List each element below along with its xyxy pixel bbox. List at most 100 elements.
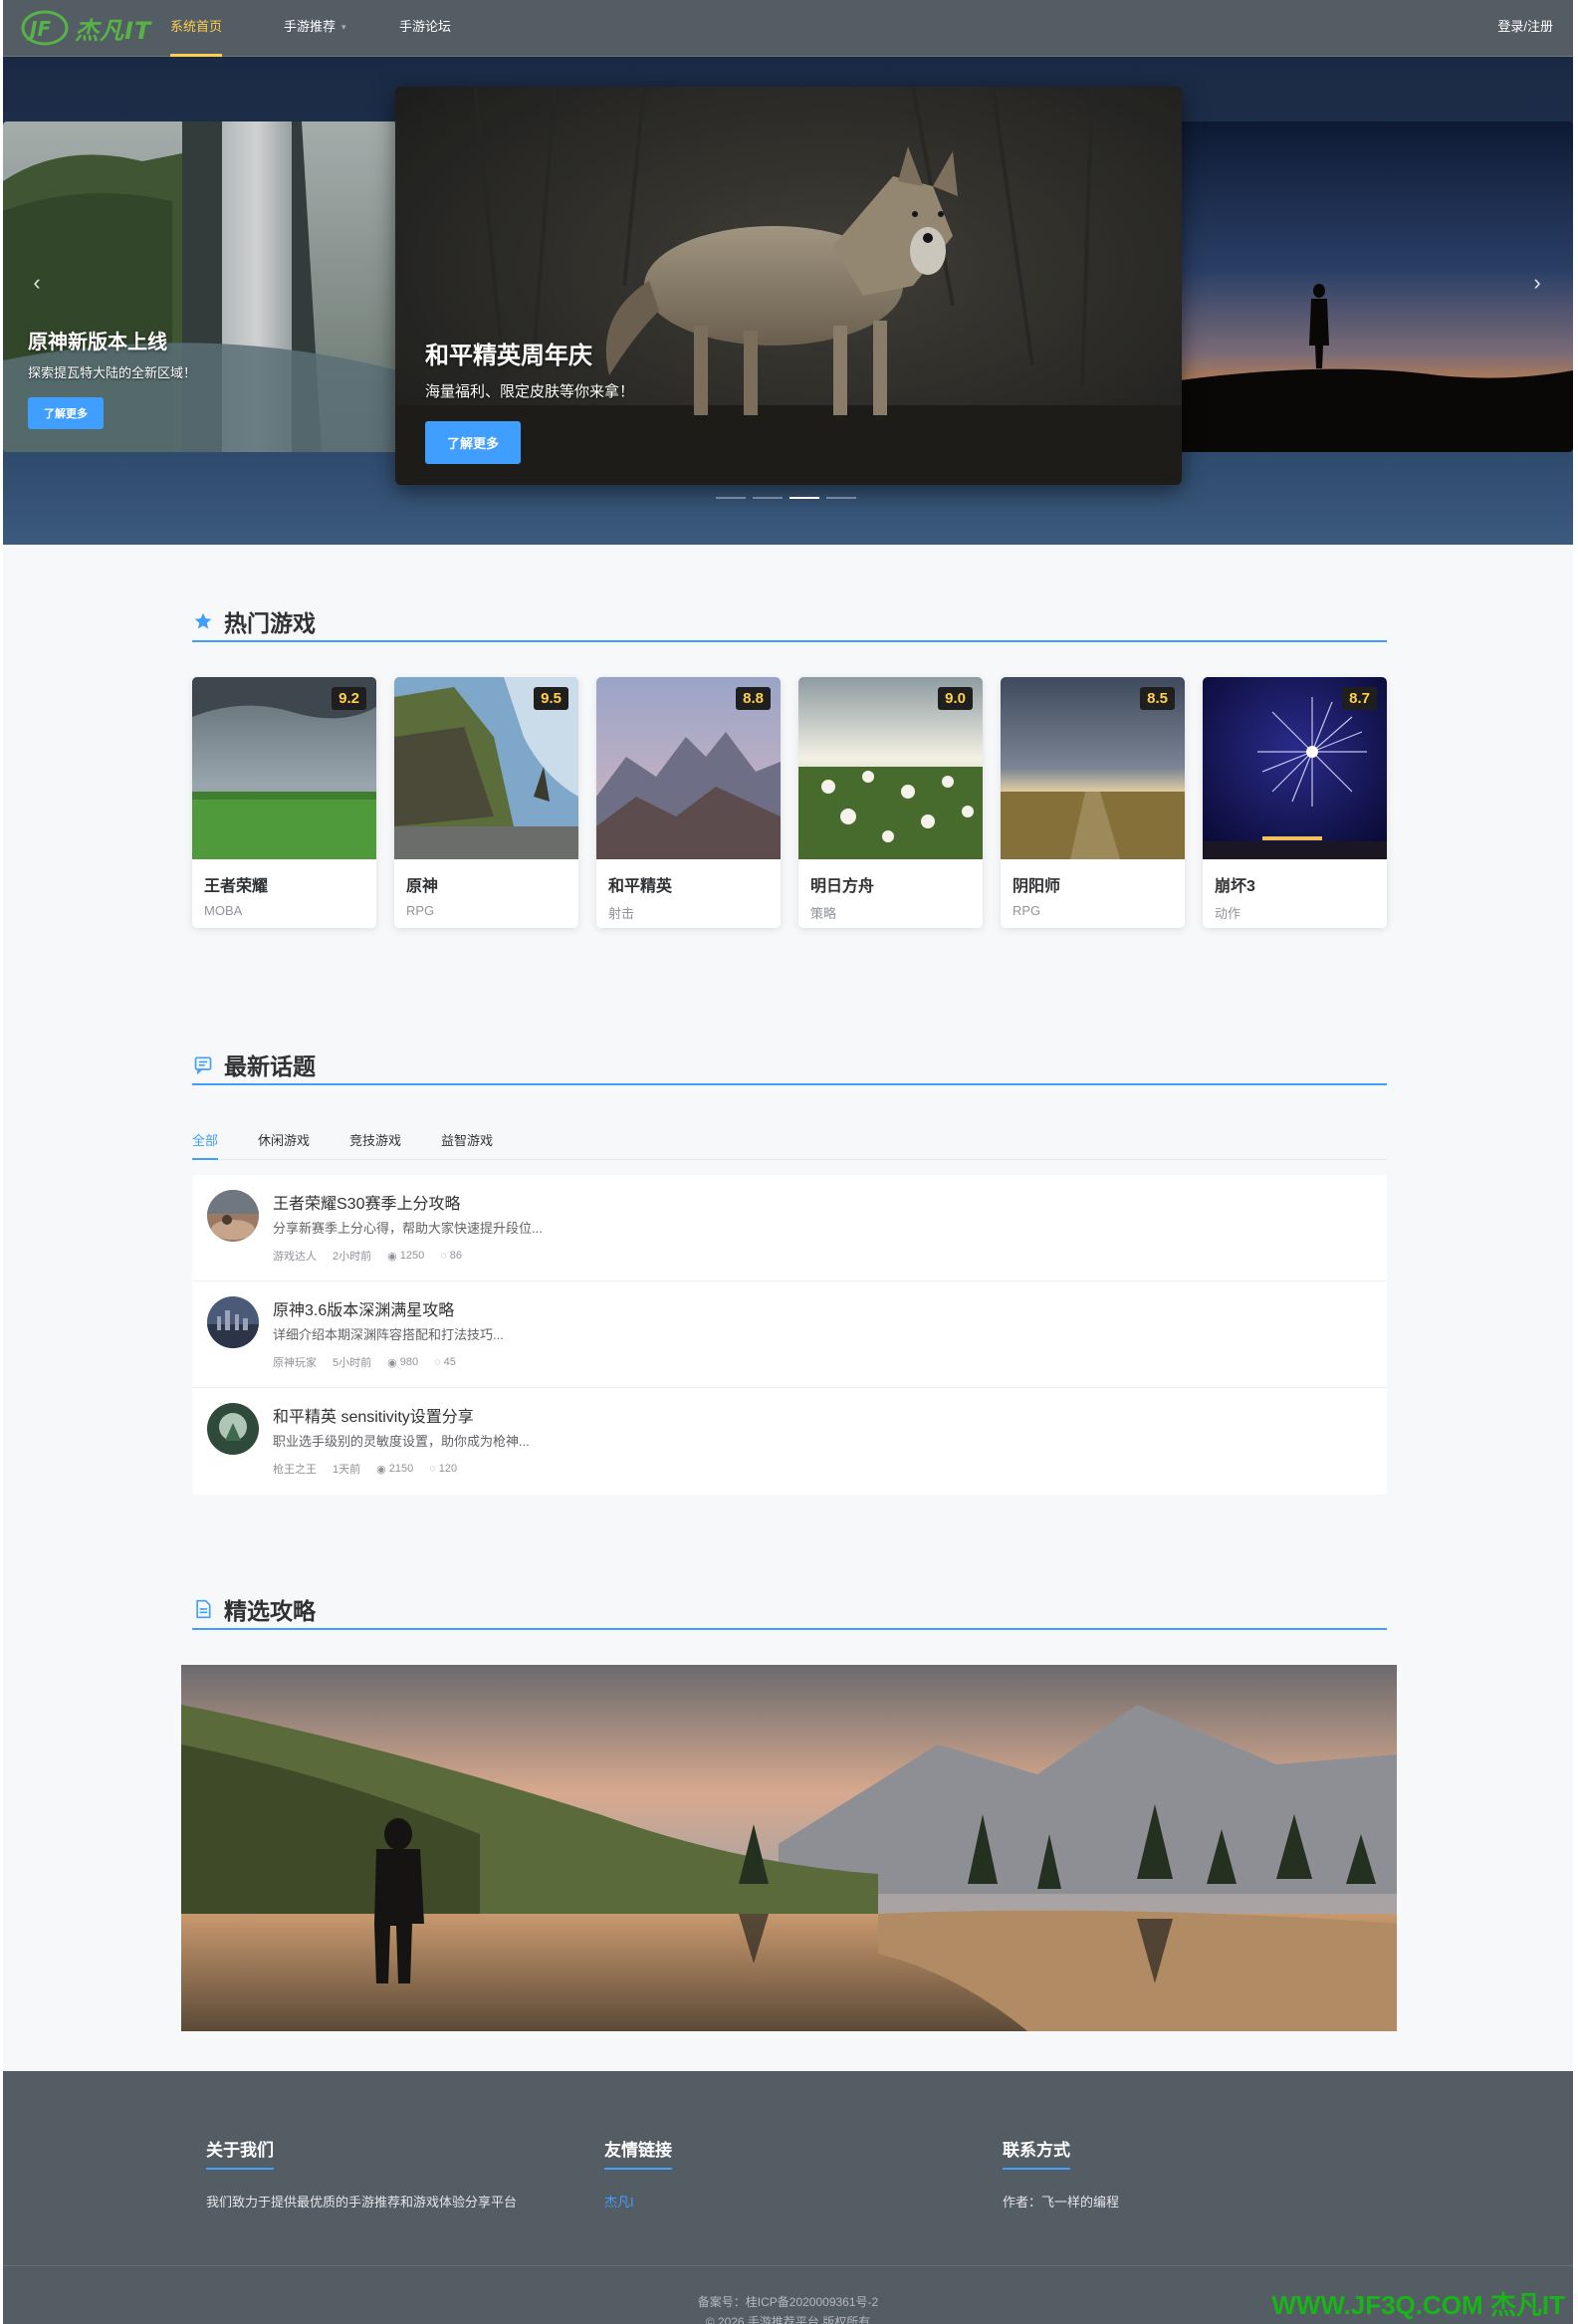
login-register-link[interactable]: 登录/注册 xyxy=(1497,0,1553,54)
topic-time: 1天前 xyxy=(333,1464,361,1476)
carousel-indicator[interactable] xyxy=(753,497,783,499)
nav-item-home[interactable]: 系统首页 xyxy=(170,0,223,57)
topic-author: 游戏达人 xyxy=(273,1251,317,1263)
rating-badge: 9.0 xyxy=(938,687,973,710)
slide-description: 探索提瓦特大陆的全新区域！ xyxy=(28,365,197,380)
slide-title: 和平精英周年庆 xyxy=(425,343,592,369)
topic-comments: 86 xyxy=(449,1250,463,1262)
carousel-slide-wolf[interactable]: 和平精英周年庆 海量福利、限定皮肤等你来拿！ 了解更多 xyxy=(395,87,1182,485)
game-genre: RPG xyxy=(1013,903,1041,918)
carousel-indicator[interactable] xyxy=(716,497,746,499)
topic-author: 枪王之王 xyxy=(273,1464,317,1476)
rating-badge: 8.8 xyxy=(736,687,771,710)
tab-competitive[interactable]: 竞技游戏 xyxy=(349,1125,401,1160)
chevron-down-icon: ▾ xyxy=(341,22,346,32)
carousel-slide-sunset[interactable] xyxy=(1180,121,1573,452)
carousel-next-arrow-icon[interactable]: › xyxy=(1519,266,1555,302)
avatar xyxy=(207,1403,259,1455)
eye-icon: ◉ xyxy=(376,1463,386,1476)
logo-text: 杰凡IT xyxy=(75,16,152,45)
footer-about-text: 我们致力于提供最优质的手游推荐和游戏体验分享平台 xyxy=(206,2195,518,2209)
footer-heading: 关于我们 xyxy=(206,2136,274,2170)
game-genre: 动作 xyxy=(1215,906,1241,921)
nav-item-recommend[interactable]: 手游推荐 ▾ xyxy=(284,0,346,57)
topic-views: 1250 xyxy=(399,1250,425,1262)
comment-icon: ◌ xyxy=(429,1463,436,1475)
game-name: 王者荣耀 xyxy=(204,878,269,895)
star-icon xyxy=(192,610,214,632)
game-name: 原神 xyxy=(406,878,439,895)
topic-item[interactable]: 王者荣耀S30赛季上分攻略 分享新赛季上分心得，帮助大家快速提升段位... 游戏… xyxy=(192,1175,1387,1281)
game-name: 明日方舟 xyxy=(810,878,875,895)
tab-all[interactable]: 全部 xyxy=(192,1125,219,1160)
game-genre: 射击 xyxy=(608,906,635,921)
avatar xyxy=(207,1190,259,1242)
hot-games-grid: 9.2 王者荣耀 MOBA 9.5 原神 RPG 8.8 和平精英 射击 9.0… xyxy=(192,677,1387,928)
topic-time: 5小时前 xyxy=(333,1357,372,1369)
section-title: 最新话题 xyxy=(224,1053,316,1079)
chat-icon xyxy=(192,1053,214,1075)
topic-meta: 原神玩家 5小时前 ◉ 980 ◌ 45 xyxy=(273,1354,456,1370)
learn-more-button[interactable]: 了解更多 xyxy=(28,397,104,429)
carousel-prev-arrow-icon[interactable]: ‹ xyxy=(19,266,55,302)
slide-description: 海量福利、限定皮肤等你来拿！ xyxy=(425,383,635,400)
guide-banner[interactable] xyxy=(181,1665,1397,2031)
topic-meta: 枪王之王 1天前 ◉ 2150 ◌ 120 xyxy=(273,1461,457,1477)
section-title: 精选攻略 xyxy=(224,1598,316,1624)
topic-item[interactable]: 原神3.6版本深渊满星攻略 详细介绍本期深渊阵容搭配和打法技巧... 原神玩家 … xyxy=(192,1281,1387,1388)
tab-puzzle[interactable]: 益智游戏 xyxy=(441,1125,493,1160)
hot-games-header: 热门游戏 xyxy=(192,602,1387,642)
game-name: 崩坏3 xyxy=(1215,878,1255,895)
topic-title: 和平精英 sensitivity设置分享 xyxy=(273,1409,474,1426)
scrollbar-track[interactable] xyxy=(1573,0,1578,2324)
hero-carousel: 原神新版本上线 探索提瓦特大陆的全新区域！ 了解更多 和平精英周年庆 海量福利、… xyxy=(3,57,1573,545)
topic-description: 分享新赛季上分心得，帮助大家快速提升段位... xyxy=(273,1221,543,1236)
carousel-indicators xyxy=(716,497,856,499)
logo-icon: JF xyxy=(21,10,69,46)
slide-title: 原神新版本上线 xyxy=(28,332,167,353)
footer-contact-text: 作者：飞一样的编程 xyxy=(1003,2195,1120,2209)
rating-badge: 9.5 xyxy=(534,687,568,710)
sunset-image xyxy=(1180,121,1573,452)
nav-item-forum[interactable]: 手游论坛 xyxy=(399,0,451,57)
learn-more-button[interactable]: 了解更多 xyxy=(425,421,522,464)
game-card[interactable]: 8.8 和平精英 射击 xyxy=(596,677,781,928)
footer-divider xyxy=(3,2265,1573,2266)
topic-time: 2小时前 xyxy=(333,1251,372,1263)
carousel-indicator[interactable] xyxy=(826,497,856,499)
footer-about: 关于我们 我们致力于提供最优质的手游推荐和游戏体验分享平台 xyxy=(206,2136,517,2210)
game-card[interactable]: 9.2 王者荣耀 MOBA xyxy=(192,677,376,928)
lake-mountain-image xyxy=(181,1665,1397,2031)
carousel-slide-waterfall[interactable]: 原神新版本上线 探索提瓦特大陆的全新区域！ 了解更多 xyxy=(3,121,397,452)
game-card[interactable]: 9.5 原神 RPG xyxy=(394,677,578,928)
topic-views: 2150 xyxy=(388,1463,414,1475)
rating-badge: 9.2 xyxy=(332,687,366,710)
comment-icon: ◌ xyxy=(434,1356,441,1368)
logo[interactable]: JF 杰凡IT xyxy=(21,8,151,48)
comment-icon: ◌ xyxy=(440,1250,447,1262)
footer-contact: 联系方式 作者：飞一样的编程 xyxy=(1003,2136,1119,2210)
footer-heading: 联系方式 xyxy=(1003,2136,1070,2170)
top-nav: JF 杰凡IT 系统首页 手游推荐 ▾ 手游论坛 登录/注册 xyxy=(3,0,1573,57)
topic-views: 980 xyxy=(399,1356,419,1368)
topic-description: 详细介绍本期深渊阵容搭配和打法技巧... xyxy=(273,1327,504,1342)
game-card[interactable]: 8.7 崩坏3 动作 xyxy=(1203,677,1387,928)
topic-meta: 游戏达人 2小时前 ◉ 1250 ◌ 86 xyxy=(273,1248,462,1264)
tab-casual[interactable]: 休闲游戏 xyxy=(258,1125,310,1160)
svg-text:JF: JF xyxy=(26,17,51,41)
friend-link[interactable]: 杰凡I xyxy=(604,2195,634,2209)
slide-caption: 和平精英周年庆 海量福利、限定皮肤等你来拿！ 了解更多 xyxy=(425,336,634,464)
game-card[interactable]: 9.0 明日方舟 策略 xyxy=(798,677,983,928)
section-title: 热门游戏 xyxy=(224,610,316,636)
topic-description: 职业选手级别的灵敏度设置，助你成为枪神... xyxy=(273,1434,530,1449)
nav-item-label: 手游推荐 xyxy=(284,19,337,34)
topic-tabs: 全部 休闲游戏 竞技游戏 益智游戏 xyxy=(192,1125,1387,1160)
topic-comments: 120 xyxy=(438,1463,458,1475)
topic-item[interactable]: 和平精英 sensitivity设置分享 职业选手级别的灵敏度设置，助你成为枪神… xyxy=(192,1388,1387,1495)
footer-heading: 友情链接 xyxy=(604,2136,672,2170)
eye-icon: ◉ xyxy=(387,1250,397,1263)
carousel-indicator-active[interactable] xyxy=(789,497,819,499)
rating-badge: 8.5 xyxy=(1140,687,1175,710)
topics-header: 最新话题 xyxy=(192,1046,1387,1085)
game-card[interactable]: 8.5 阴阳师 RPG xyxy=(1001,677,1185,928)
